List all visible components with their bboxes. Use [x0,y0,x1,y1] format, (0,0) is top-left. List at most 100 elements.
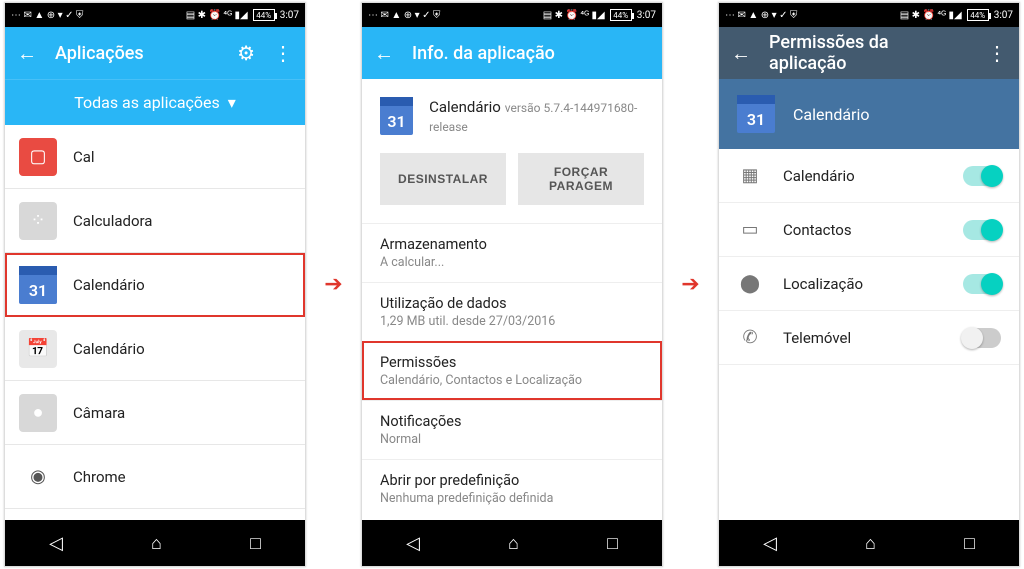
section-title: Notificações [380,413,644,430]
permission-label: Calendário [783,167,943,185]
app-icon: ● [19,394,57,432]
permission-label: Localização [783,275,943,293]
more-icon[interactable]: ⋮ [273,41,293,65]
permission-row-localizacao: ⬤ Localização [719,257,1019,311]
permission-icon: ▭ [737,219,763,240]
more-icon[interactable]: ⋮ [987,41,1007,65]
app-row-calculadora[interactable]: ⁘ Calculadora [5,189,305,253]
action-bar: ← Info. da aplicação [362,27,662,79]
status-bar: ⋯ ✉ ▲ ⊕ ▾ ✓ ⛨ ▤ ✱ ⏰ ⁴ᴳ ▮◢ 44% 3:07 [719,3,1019,27]
app-label: Calculadora [73,212,152,230]
permission-row-telemovel: ✆ Telemóvel [719,311,1019,365]
status-time: 3:07 [637,10,656,21]
force-stop-button[interactable]: FORÇAR PARAGEM [518,153,644,205]
nav-back[interactable]: ◁ [763,533,777,554]
permission-row-calendario: ▦ Calendário [719,149,1019,203]
section-subtitle: 1,29 MB util. desde 27/03/2016 [380,314,644,329]
permission-toggle[interactable] [963,274,1001,294]
permission-app-header: 31 Calendário [719,79,1019,149]
section-subtitle: Calendário, Contactos e Localização [380,373,644,388]
app-row-câmara[interactable]: ● Câmara [5,381,305,445]
phone-app-permissions: ⋯ ✉ ▲ ⊕ ▾ ✓ ⛨ ▤ ✱ ⏰ ⁴ᴳ ▮◢ 44% 3:07 ← Per… [718,2,1020,567]
nav-back[interactable]: ◁ [406,533,420,554]
app-icon: ▢ [19,138,57,176]
app-label: Calendário [73,340,145,358]
section-subtitle: A calcular... [380,255,644,270]
nav-bar: ◁ ⌂ □ [719,520,1019,566]
section-title: Armazenamento [380,236,644,253]
chevron-down-icon: ▾ [228,93,236,112]
section-subtitle: Normal [380,432,644,447]
section-title: Abrir por predefinição [380,472,644,489]
section-armazenamento[interactable]: Armazenamento A calcular... [362,223,662,282]
nav-back[interactable]: ◁ [49,533,63,554]
nav-home[interactable]: ⌂ [151,533,162,554]
app-row-calendário[interactable]: 31 Calendário [5,253,305,317]
app-row-calendário[interactable]: 📅 Calendário [5,317,305,381]
permission-label: Telemóvel [783,329,943,347]
gear-icon[interactable]: ⚙ [237,41,255,65]
filter-dropdown[interactable]: Todas as aplicações ▾ [5,79,305,125]
permission-icon: ▦ [737,165,763,186]
nav-recent[interactable]: □ [607,533,618,554]
screen-title: Info. da aplicação [412,43,650,64]
section-permissoes[interactable]: Permissões Calendário, Contactos e Locali… [362,341,662,400]
calendar-app-icon: 31 [380,97,413,135]
app-row-chrome[interactable]: ◉ Chrome [5,445,305,509]
permission-row-contactos: ▭ Contactos [719,203,1019,257]
app-name: Calendário [429,98,501,116]
back-icon[interactable]: ← [374,41,394,66]
status-icons-left: ⋯ ✉ ▲ ⊕ ▾ ✓ ⛨ [368,10,440,21]
back-icon[interactable]: ← [17,41,37,66]
flow-arrow: ➔ [324,2,343,567]
phone-app-info: ⋯ ✉ ▲ ⊕ ▾ ✓ ⛨ ▤ ✱ ⏰ ⁴ᴳ ▮◢ 44% 3:07 ← Inf… [361,2,663,567]
battery-icon: 44% [610,9,632,21]
status-icons-right: ▤ ✱ ⏰ ⁴ᴳ ▮◢ [186,10,248,21]
permissions-list: ▦ Calendário ▭ Contactos ⬤ Localização ✆ Telemó… [719,149,1019,520]
app-header: 31 Calendário versão 5.7.4-144971680-rel… [362,79,662,145]
app-label: Chrome [73,468,126,486]
permission-toggle[interactable] [963,328,1001,348]
status-icons-left: ⋯ ✉ ▲ ⊕ ▾ ✓ ⛨ [11,10,83,21]
screen-title: Aplicações [55,43,219,64]
app-label: Câmara [73,404,125,422]
permission-icon: ⬤ [737,273,763,294]
status-icons-right: ▤ ✱ ⏰ ⁴ᴳ ▮◢ [543,10,605,21]
action-bar: ← Aplicações ⚙ ⋮ [5,27,305,79]
nav-home[interactable]: ⌂ [508,533,519,554]
app-icon: ◉ [19,458,57,496]
app-label: Calendário [73,276,145,294]
calendar-app-icon: 31 [19,266,57,304]
section-utilizacao-de-dados[interactable]: Utilização de dados1,29 MB util. desde 2… [362,282,662,341]
app-row-cal[interactable]: ▢ Cal [5,125,305,189]
status-icons-right: ▤ ✱ ⏰ ⁴ᴳ ▮◢ [900,10,962,21]
battery-icon: 44% [967,9,989,21]
permission-toggle[interactable] [963,166,1001,186]
app-icon: 📅 [19,330,57,368]
nav-recent[interactable]: □ [250,533,261,554]
nav-recent[interactable]: □ [964,533,975,554]
permission-toggle[interactable] [963,220,1001,240]
permission-app-name: Calendário [793,105,870,124]
calendar-app-icon: 31 [737,95,775,133]
status-bar: ⋯ ✉ ▲ ⊕ ▾ ✓ ⛨ ▤ ✱ ⏰ ⁴ᴳ ▮◢ 44% 3:07 [362,3,662,27]
app-info-body: 31 Calendário versão 5.7.4-144971680-rel… [362,79,662,520]
section-notificacoes[interactable]: Notificações Normal [362,400,662,459]
permission-icon: ✆ [737,327,763,348]
nav-home[interactable]: ⌂ [865,533,876,554]
status-icons-left: ⋯ ✉ ▲ ⊕ ▾ ✓ ⛨ [725,10,797,21]
app-icon: ⁘ [19,202,57,240]
nav-bar: ◁ ⌂ □ [5,520,305,566]
screen-title: Permissões da aplicação [769,32,969,74]
app-label: Cal [73,148,95,166]
section-title: Permissões [380,354,644,371]
app-row-cloud-print[interactable]: Cloud Print [5,509,305,520]
permission-label: Contactos [783,221,943,239]
uninstall-button[interactable]: DESINSTALAR [380,153,506,205]
status-bar: ⋯ ✉ ▲ ⊕ ▾ ✓ ⛨ ▤ ✱ ⏰ ⁴ᴳ ▮◢ 44% 3:07 [5,3,305,27]
section-abrir-por-predefinicao[interactable]: Abrir por predefinição Nenhuma predefiniç… [362,459,662,518]
nav-bar: ◁ ⌂ □ [362,520,662,566]
section-subtitle: Nenhuma predefinição definida [380,491,644,506]
flow-arrow: ➔ [681,2,700,567]
back-icon[interactable]: ← [731,41,751,66]
